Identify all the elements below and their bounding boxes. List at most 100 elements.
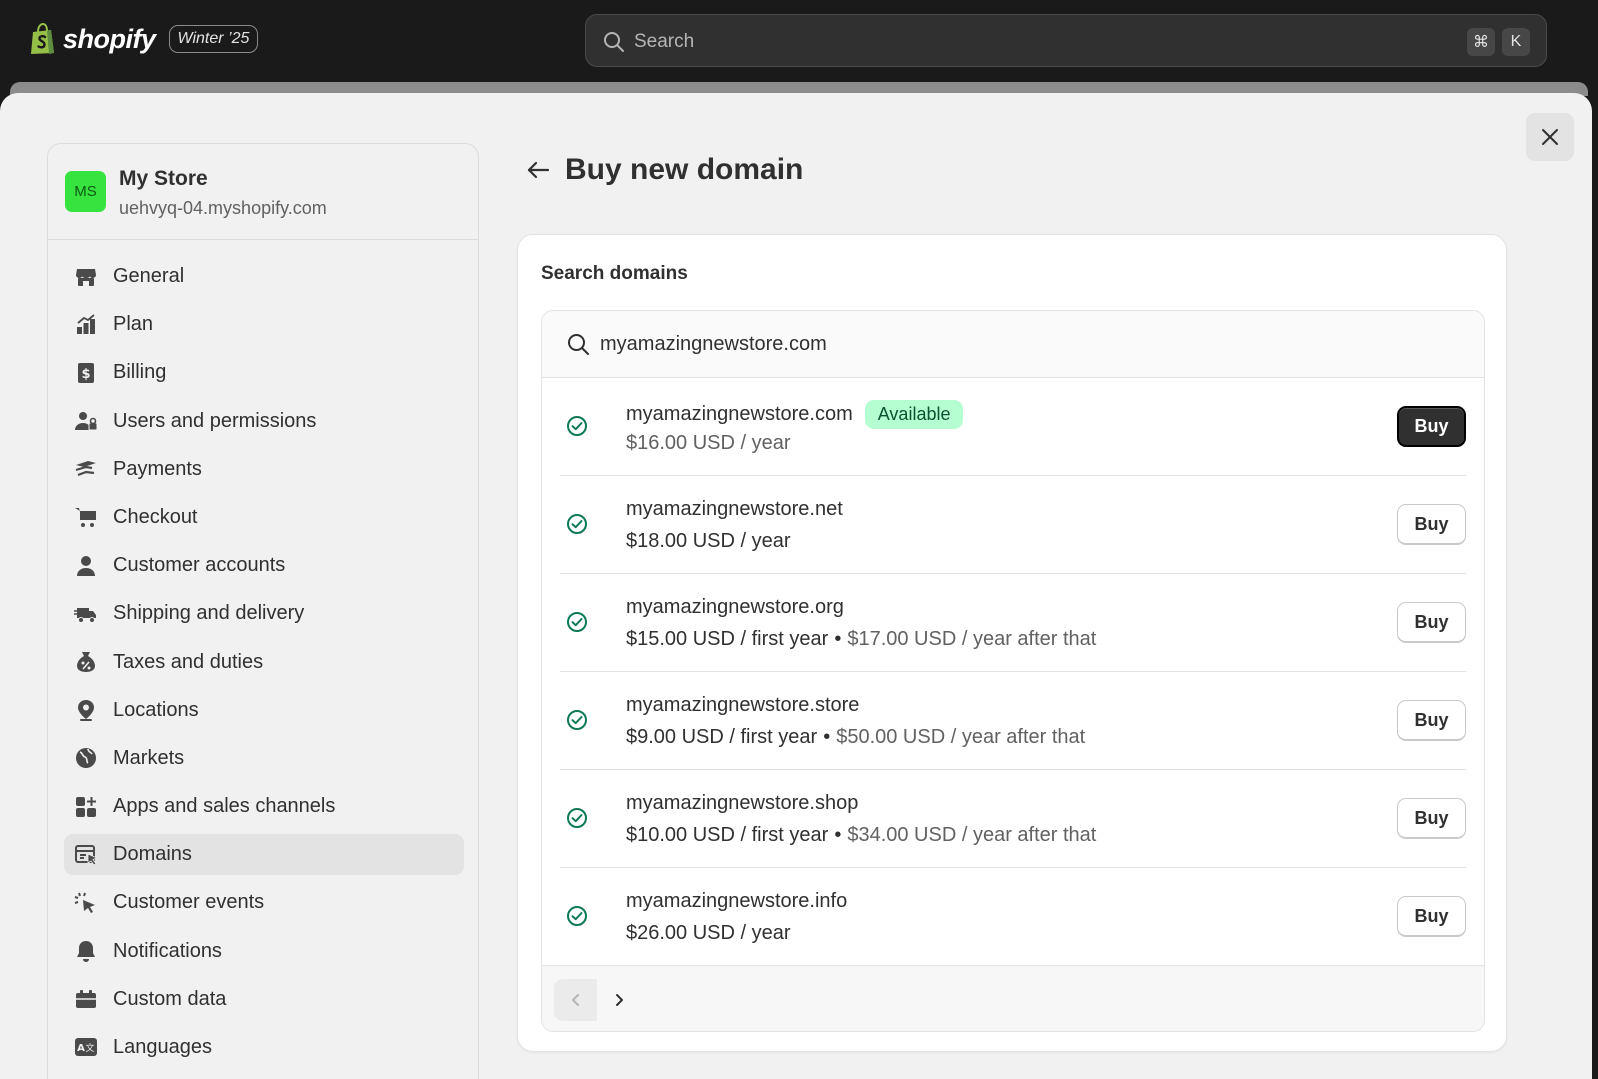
settings-nav: General Plan $ Billing Users and permiss… bbox=[64, 256, 464, 1075]
sidebar-item-notifications[interactable]: Notifications bbox=[64, 931, 464, 972]
price-after: $34.00 USD / year after that bbox=[847, 824, 1097, 846]
price-text: $26.00 USD / year bbox=[626, 922, 791, 944]
card-title: Search domains bbox=[541, 263, 688, 284]
edition-badge[interactable]: Winter ’25 bbox=[168, 25, 259, 53]
svg-text:文: 文 bbox=[85, 1042, 94, 1054]
available-badge: Available bbox=[864, 400, 964, 429]
domain-row: myamazingnewstore.store $9.00 USD / firs… bbox=[560, 672, 1466, 770]
buy-button[interactable]: Buy bbox=[1397, 504, 1466, 545]
back-arrow-icon[interactable] bbox=[525, 157, 551, 183]
buy-button[interactable]: Buy bbox=[1397, 798, 1466, 839]
domain-row: myamazingnewstore.com Available $16.00 U… bbox=[560, 378, 1466, 476]
sidebar-item-label: Taxes and duties bbox=[113, 650, 264, 673]
cart-icon bbox=[75, 508, 96, 528]
global-search[interactable]: Search ⌘ K bbox=[585, 14, 1547, 67]
shortcut-k-key: K bbox=[1502, 28, 1530, 56]
sidebar-item-checkout[interactable]: Checkout bbox=[64, 497, 464, 538]
settings-modal: MS My Store uehvyq-04.myshopify.com Gene… bbox=[0, 93, 1592, 1079]
sidebar-item-billing[interactable]: $ Billing bbox=[64, 352, 464, 393]
sidebar-item-taxes[interactable]: Taxes and duties bbox=[64, 642, 464, 683]
sidebar-item-plan[interactable]: Plan bbox=[64, 304, 464, 345]
chevron-right-icon bbox=[615, 994, 623, 1006]
sidebar-item-general[interactable]: General bbox=[64, 256, 464, 297]
sidebar-item-custom-data[interactable]: Custom data bbox=[64, 979, 464, 1020]
shortcut-cmd-key: ⌘ bbox=[1467, 28, 1495, 56]
check-circle-icon bbox=[567, 514, 587, 534]
domain-price: $15.00 USD / first year • $17.00 USD / yea… bbox=[626, 628, 1096, 651]
domain-row: myamazingnewstore.org $15.00 USD / first… bbox=[560, 574, 1466, 672]
buy-button[interactable]: Buy bbox=[1397, 700, 1466, 741]
sidebar-item-locations[interactable]: Locations bbox=[64, 690, 464, 731]
domain-price: $9.00 USD / first year • $50.00 USD / year… bbox=[626, 726, 1085, 749]
price-after: $50.00 USD / year after that bbox=[836, 726, 1086, 748]
price-first-year: $9.00 USD / first year bbox=[626, 726, 818, 748]
sidebar-item-label: Locations bbox=[113, 698, 199, 721]
domain-name: myamazingnewstore.store bbox=[626, 694, 860, 716]
check-circle-icon bbox=[567, 710, 587, 730]
sidebar-item-label: Customer events bbox=[113, 891, 265, 914]
sidebar-item-label: Users and permissions bbox=[113, 409, 317, 432]
billing-icon: $ bbox=[78, 362, 94, 383]
domain-search-input[interactable]: myamazingnewstore.com bbox=[542, 311, 1484, 378]
domain-name: myamazingnewstore.info bbox=[626, 890, 848, 912]
next-page-button[interactable] bbox=[597, 979, 640, 1021]
buy-button[interactable]: Buy bbox=[1397, 406, 1466, 447]
price-separator: • bbox=[823, 726, 831, 748]
truck-icon bbox=[74, 607, 96, 623]
buy-button[interactable]: Buy bbox=[1397, 602, 1466, 643]
check-circle-icon bbox=[567, 808, 587, 828]
price-first-year: $10.00 USD / first year bbox=[626, 824, 829, 846]
pagination-buttons bbox=[554, 979, 640, 1021]
close-button[interactable] bbox=[1526, 113, 1574, 161]
close-icon bbox=[1542, 129, 1558, 145]
apps-icon bbox=[76, 796, 96, 817]
language-icon: A文 bbox=[75, 1037, 97, 1056]
store-header[interactable]: MS My Store uehvyq-04.myshopify.com bbox=[48, 144, 478, 240]
price-separator: • bbox=[834, 628, 842, 650]
location-icon bbox=[78, 700, 94, 722]
search-placeholder: Search bbox=[634, 31, 695, 52]
brand-name: shopify bbox=[63, 23, 156, 54]
tax-icon bbox=[77, 652, 95, 672]
sidebar-item-label: Checkout bbox=[113, 505, 198, 528]
price-after: $17.00 USD / year after that bbox=[847, 628, 1097, 650]
sidebar-item-languages[interactable]: A文 Languages bbox=[64, 1027, 464, 1068]
domain-name: myamazingnewstore.com Available bbox=[626, 400, 964, 429]
sidebar-item-users[interactable]: Users and permissions bbox=[64, 401, 464, 442]
store-url: uehvyq-04.myshopify.com bbox=[119, 198, 327, 218]
previous-page-button[interactable] bbox=[554, 979, 597, 1021]
sidebar-item-shipping[interactable]: Shipping and delivery bbox=[64, 593, 464, 634]
domain-row: myamazingnewstore.net $18.00 USD / year … bbox=[560, 476, 1466, 574]
domain-name: myamazingnewstore.shop bbox=[626, 792, 859, 814]
sidebar-item-apps[interactable]: Apps and sales channels bbox=[64, 786, 464, 827]
check-circle-icon bbox=[567, 906, 587, 926]
sidebar-item-label: Payments bbox=[113, 457, 202, 480]
sidebar-item-label: Shipping and delivery bbox=[113, 602, 305, 625]
domain-row: myamazingnewstore.info $26.00 USD / year… bbox=[560, 868, 1466, 966]
settings-sidebar: MS My Store uehvyq-04.myshopify.com Gene… bbox=[47, 143, 479, 1079]
sidebar-item-payments[interactable]: Payments bbox=[64, 449, 464, 490]
sidebar-item-markets[interactable]: Markets bbox=[64, 738, 464, 779]
sidebar-item-customer-accounts[interactable]: Customer accounts bbox=[64, 545, 464, 586]
store-icon bbox=[76, 268, 96, 286]
price-text: $16.00 USD / year bbox=[626, 432, 791, 454]
users-icon bbox=[75, 412, 98, 431]
domain-name-text: myamazingnewstore.com bbox=[626, 403, 853, 425]
sidebar-item-label: Notifications bbox=[113, 939, 222, 962]
plan-icon bbox=[77, 313, 95, 334]
sidebar-item-customer-events[interactable]: Customer events bbox=[64, 882, 464, 923]
sidebar-item-label: Apps and sales channels bbox=[113, 795, 336, 818]
sidebar-item-label: Languages bbox=[113, 1036, 212, 1058]
cursor-icon bbox=[74, 892, 95, 913]
sidebar-item-domains[interactable]: Domains bbox=[64, 834, 464, 876]
svg-text:$: $ bbox=[81, 367, 90, 382]
price-text: $18.00 USD / year bbox=[626, 530, 791, 552]
buy-button[interactable]: Buy bbox=[1397, 896, 1466, 937]
domains-icon bbox=[75, 844, 98, 866]
chevron-left-icon bbox=[571, 994, 579, 1006]
domain-price: $18.00 USD / year bbox=[626, 530, 791, 553]
shopify-logo[interactable]: shopify Winter ’25 bbox=[29, 23, 259, 55]
pagination bbox=[542, 965, 1484, 1031]
domain-search-value: myamazingnewstore.com bbox=[600, 333, 827, 355]
price-separator: • bbox=[834, 824, 842, 846]
